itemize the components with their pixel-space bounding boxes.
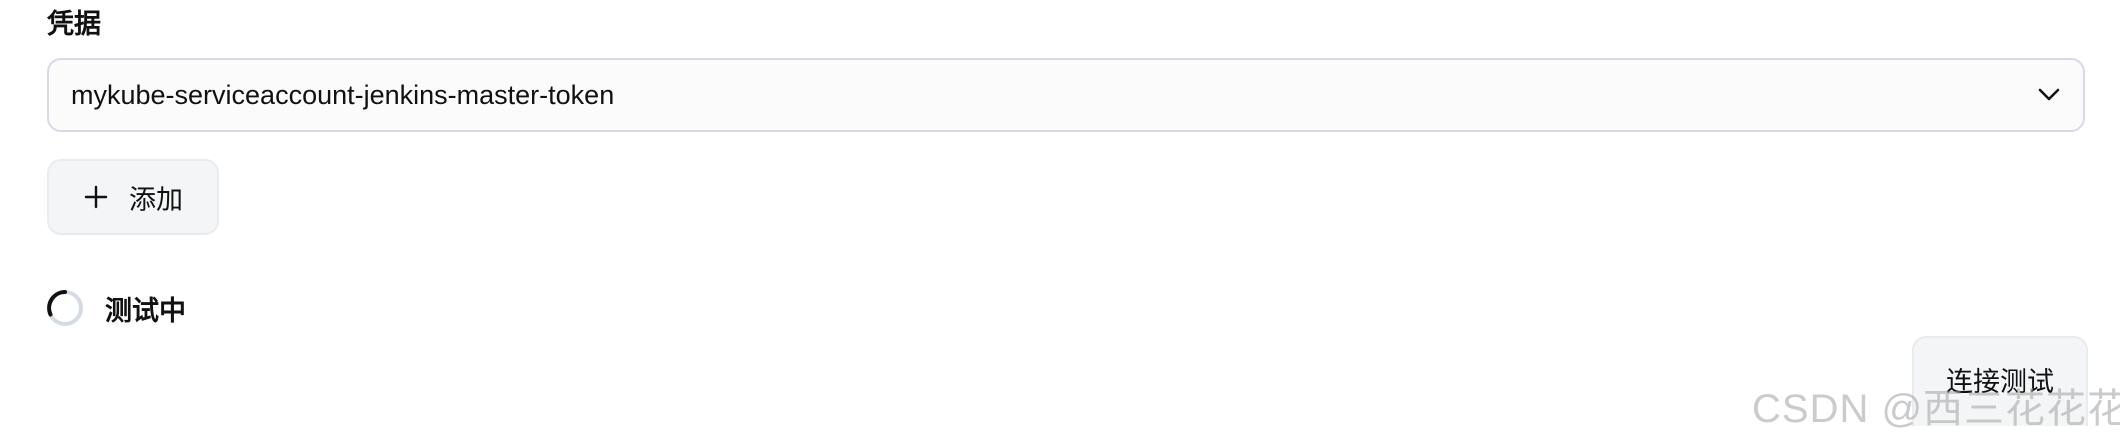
connection-status: 测试中 [45,286,186,330]
status-text: 测试中 [105,295,186,326]
plus-icon [83,184,109,210]
chevron-down-icon[interactable] [2035,81,2063,109]
test-connection-button[interactable]: 连接测试 [1912,336,2088,426]
credentials-label: 凭据 [47,9,101,39]
credentials-select[interactable]: mykube-serviceaccount-jenkins-master-tok… [47,58,2085,132]
spinner-icon [45,288,85,328]
add-credential-button[interactable]: 添加 [47,159,219,235]
test-connection-label: 连接测试 [1946,367,2054,397]
credentials-select-value: mykube-serviceaccount-jenkins-master-tok… [71,79,615,110]
add-button-label: 添加 [129,184,183,215]
page: 凭据 mykube-serviceaccount-jenkins-master-… [0,0,2120,434]
